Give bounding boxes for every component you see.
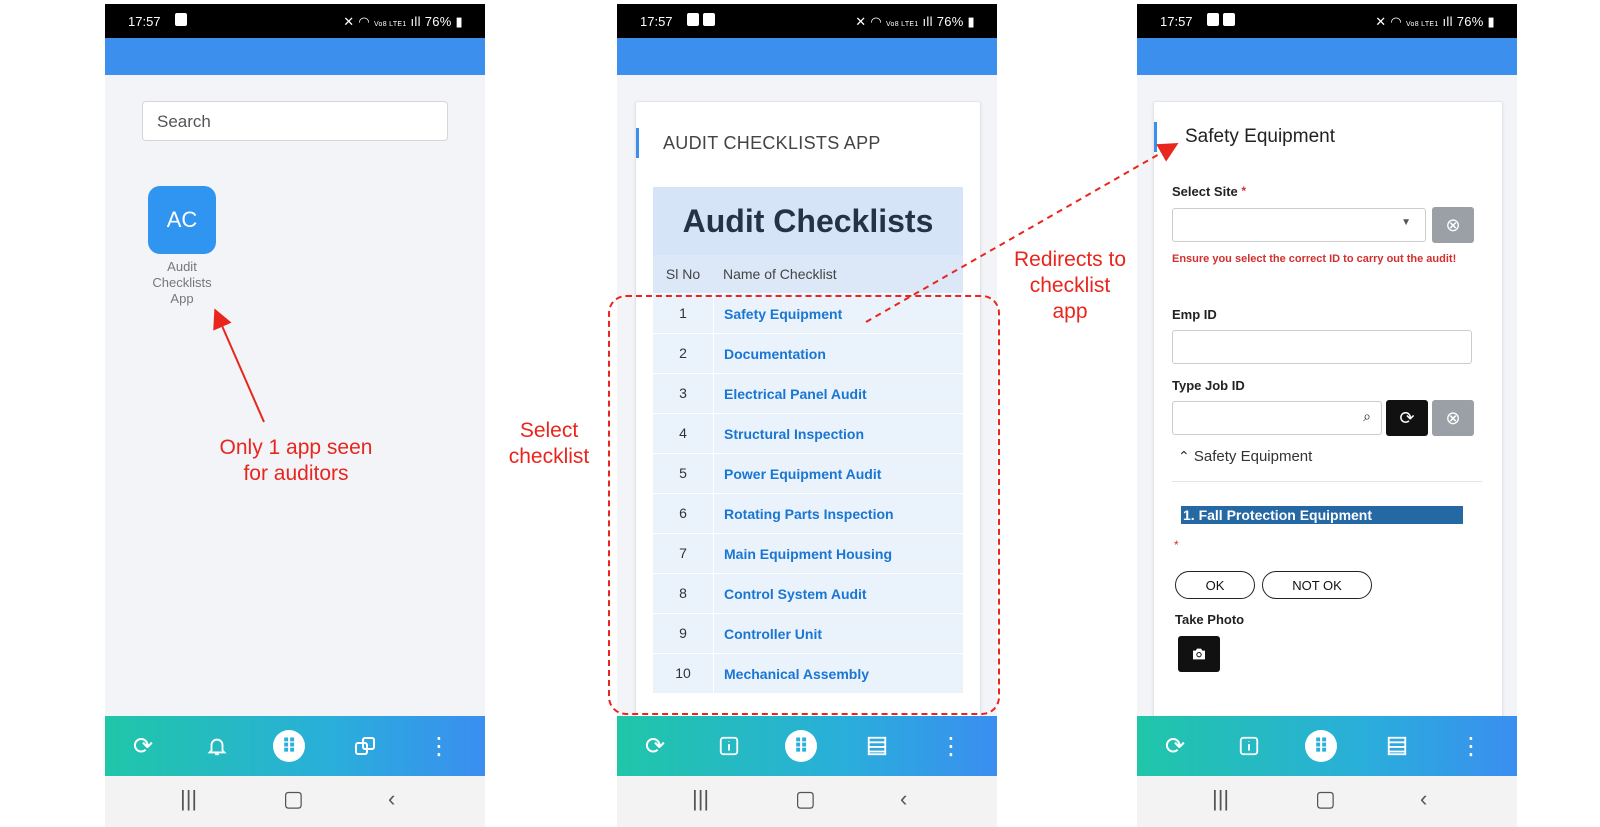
- annotation-redirects: Redirects to checklist app: [1013, 248, 1127, 323]
- arrow-to-app: [213, 308, 265, 423]
- annotation-select-checklist: Select checklist: [508, 419, 590, 468]
- annotation-arrows: [213, 143, 1179, 423]
- annotation-only-one-app: Only 1 app seen for auditors: [219, 436, 373, 485]
